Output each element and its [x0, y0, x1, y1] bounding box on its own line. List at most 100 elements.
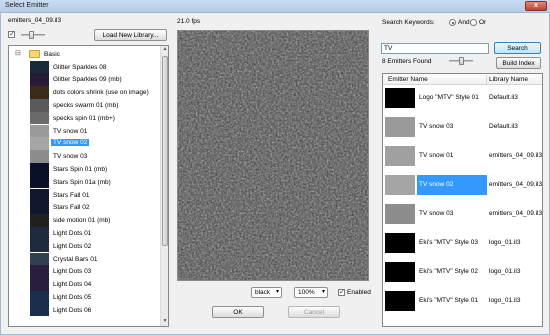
scroll-thumb[interactable]: [162, 56, 168, 246]
tree-item-label: Stars Fall 02: [53, 204, 90, 212]
tree-item[interactable]: TV snow 02: [9, 137, 161, 151]
result-thumbnail: [385, 291, 415, 311]
tree-item[interactable]: specks spin 01 (mb+): [9, 111, 161, 125]
result-row[interactable]: Eki's "MTV" Style 02 logo_01.il3: [383, 261, 542, 283]
emitter-thumbnail: [30, 111, 49, 125]
scroll-up-icon[interactable]: ▲: [161, 46, 168, 54]
result-row[interactable]: Eki's "MTV" Style 03 logo_01.il3: [383, 232, 542, 254]
tree-item[interactable]: Stars Spin 01a (mb): [9, 175, 161, 189]
close-button[interactable]: x: [525, 1, 547, 11]
tree-item[interactable]: specks swarm 01 (mb): [9, 98, 161, 112]
dialog-body: emitters_04_09.il3 Load New Library... ⊟…: [0, 13, 550, 335]
thumbnail-size-slider[interactable]: [21, 31, 45, 39]
collapse-icon[interactable]: ⊟: [15, 49, 21, 57]
tree-item[interactable]: Light Dots 02: [9, 239, 161, 253]
result-library-name: emitters_04_09.il3: [489, 210, 543, 217]
tree-item[interactable]: Light Dots 03: [9, 265, 161, 279]
result-row[interactable]: TV snow 03 Default.il3: [383, 116, 542, 138]
search-button[interactable]: Search: [494, 42, 541, 54]
result-emitter-name: TV snow 02: [417, 175, 487, 195]
tree-scrollbar[interactable]: ▲ ▼: [160, 46, 168, 326]
tree-item[interactable]: side motion 01 (mb): [9, 214, 161, 227]
result-library-name: logo_01.il3: [489, 239, 521, 246]
background-select[interactable]: black ▾: [251, 287, 282, 298]
tree-item[interactable]: Light Dots 01: [9, 226, 161, 240]
result-row[interactable]: TV snow 02 emitters_04_09.il3: [383, 174, 543, 196]
tree-item[interactable]: Stars Fall 01: [9, 188, 161, 202]
result-row[interactable]: Logo "MTV" Style 01 Default.il3: [383, 87, 542, 109]
emitter-thumbnail: [30, 239, 49, 253]
cancel-button[interactable]: Cancel: [288, 306, 340, 318]
result-thumbnail: [385, 262, 415, 282]
column-emitter-name[interactable]: Emitter Name: [388, 76, 428, 83]
tree-item-label: side motion 01 (mb): [53, 217, 111, 225]
emitter-preview: [177, 30, 369, 281]
tree-item[interactable]: TV snow 03: [9, 150, 161, 163]
tree-folder-basic[interactable]: ⊟ Basic: [9, 48, 161, 61]
result-emitter-name: Eki's "MTV" Style 02: [419, 268, 478, 275]
tree-item-label: TV snow 02: [51, 139, 90, 147]
result-emitter-name: Eki's "MTV" Style 01: [419, 297, 478, 304]
emitter-thumbnail: [30, 214, 49, 227]
search-input[interactable]: TV: [381, 43, 489, 54]
emitter-thumbnail: [30, 175, 49, 189]
result-emitter-name: TV snow 03: [419, 210, 454, 217]
mode-and-radio[interactable]: [449, 19, 456, 26]
emitter-thumbnail: [30, 226, 49, 240]
result-library-name: logo_01.il3: [489, 297, 521, 304]
tree-item[interactable]: TV snow 01: [9, 124, 161, 138]
zoom-select[interactable]: 100% ▾: [294, 287, 328, 298]
tree-item[interactable]: Glitter Sparkles 08: [9, 60, 161, 74]
tree-item[interactable]: dots colors shrink (use on image): [9, 86, 161, 99]
build-index-button[interactable]: Build Index: [496, 57, 541, 69]
emitter-thumbnail: [30, 73, 49, 87]
enabled-checkbox[interactable]: [338, 288, 345, 296]
result-row[interactable]: TV snow 03 emitters_04_09.il3: [383, 203, 543, 225]
emitter-thumbnail: [30, 201, 49, 215]
results-count: 8 Emitters Found: [382, 58, 432, 65]
tree-item[interactable]: Crystal Bars 01: [9, 252, 161, 266]
show-thumbnails-checkbox[interactable]: [8, 30, 15, 38]
library-name: emitters_04_09.il3: [8, 17, 62, 24]
result-library-name: logo_01.il3: [489, 268, 521, 275]
result-library-name: emitters_04_09.il3: [489, 181, 543, 188]
tree-item[interactable]: Light Dots 04: [9, 278, 161, 291]
scroll-down-icon[interactable]: ▼: [161, 318, 168, 326]
tv-snow-preview: [178, 31, 368, 280]
emitter-thumbnail: [30, 290, 49, 304]
emitter-thumbnail: [30, 188, 49, 202]
emitter-thumbnail: [30, 124, 49, 138]
emitter-thumbnail: [30, 137, 49, 151]
ok-button[interactable]: OK: [212, 306, 264, 318]
tree-item-label: Light Dots 06: [53, 306, 92, 314]
search-keywords-label: Search Keywords:: [382, 19, 435, 26]
tree-item[interactable]: Stars Spin 01 (mb): [9, 162, 161, 176]
result-row[interactable]: TV snow 01 emitters_04_09.il3: [383, 145, 542, 167]
emitter-thumbnail: [30, 265, 49, 279]
tree-item[interactable]: Light Dots 05: [9, 290, 161, 304]
emitter-thumbnail: [30, 150, 49, 163]
enabled-label: Enabled: [347, 289, 371, 296]
tree-item-label: TV snow 01: [53, 127, 88, 135]
emitter-thumbnail: [30, 86, 49, 99]
load-new-library-button[interactable]: Load New Library...: [94, 29, 167, 41]
result-emitter-name: Logo "MTV" Style 01: [419, 94, 479, 101]
tree-item[interactable]: Glitter Sparkles 09 (mb): [9, 73, 161, 87]
results-thumbnail-slider[interactable]: [449, 57, 473, 65]
tree-item[interactable]: Light Dots 06: [9, 303, 161, 317]
tree-item[interactable]: Stars Fall 02: [9, 201, 161, 215]
emitter-tree[interactable]: ⊟ Basic Glitter Sparkles 08 Glitter Spark…: [8, 45, 169, 327]
result-library-name: Default.il3: [489, 123, 518, 130]
tree-item-label: Stars Spin 01 (mb): [53, 165, 108, 173]
results-list[interactable]: Emitter Name Library Name Logo "MTV" Sty…: [382, 73, 543, 327]
folder-label: Basic: [44, 51, 60, 58]
result-row[interactable]: Eki's "MTV" Style 01 logo_01.il3: [383, 290, 542, 312]
result-thumbnail: [385, 204, 415, 224]
tree-item-label: Light Dots 02: [53, 242, 92, 250]
emitter-thumbnail: [30, 60, 49, 74]
tree-item-label: Light Dots 01: [53, 229, 92, 237]
mode-or-radio[interactable]: [470, 19, 477, 26]
result-emitter-name: TV snow 03: [419, 123, 454, 130]
column-library-name[interactable]: Library Name: [489, 76, 528, 83]
emitter-thumbnail: [30, 252, 49, 266]
